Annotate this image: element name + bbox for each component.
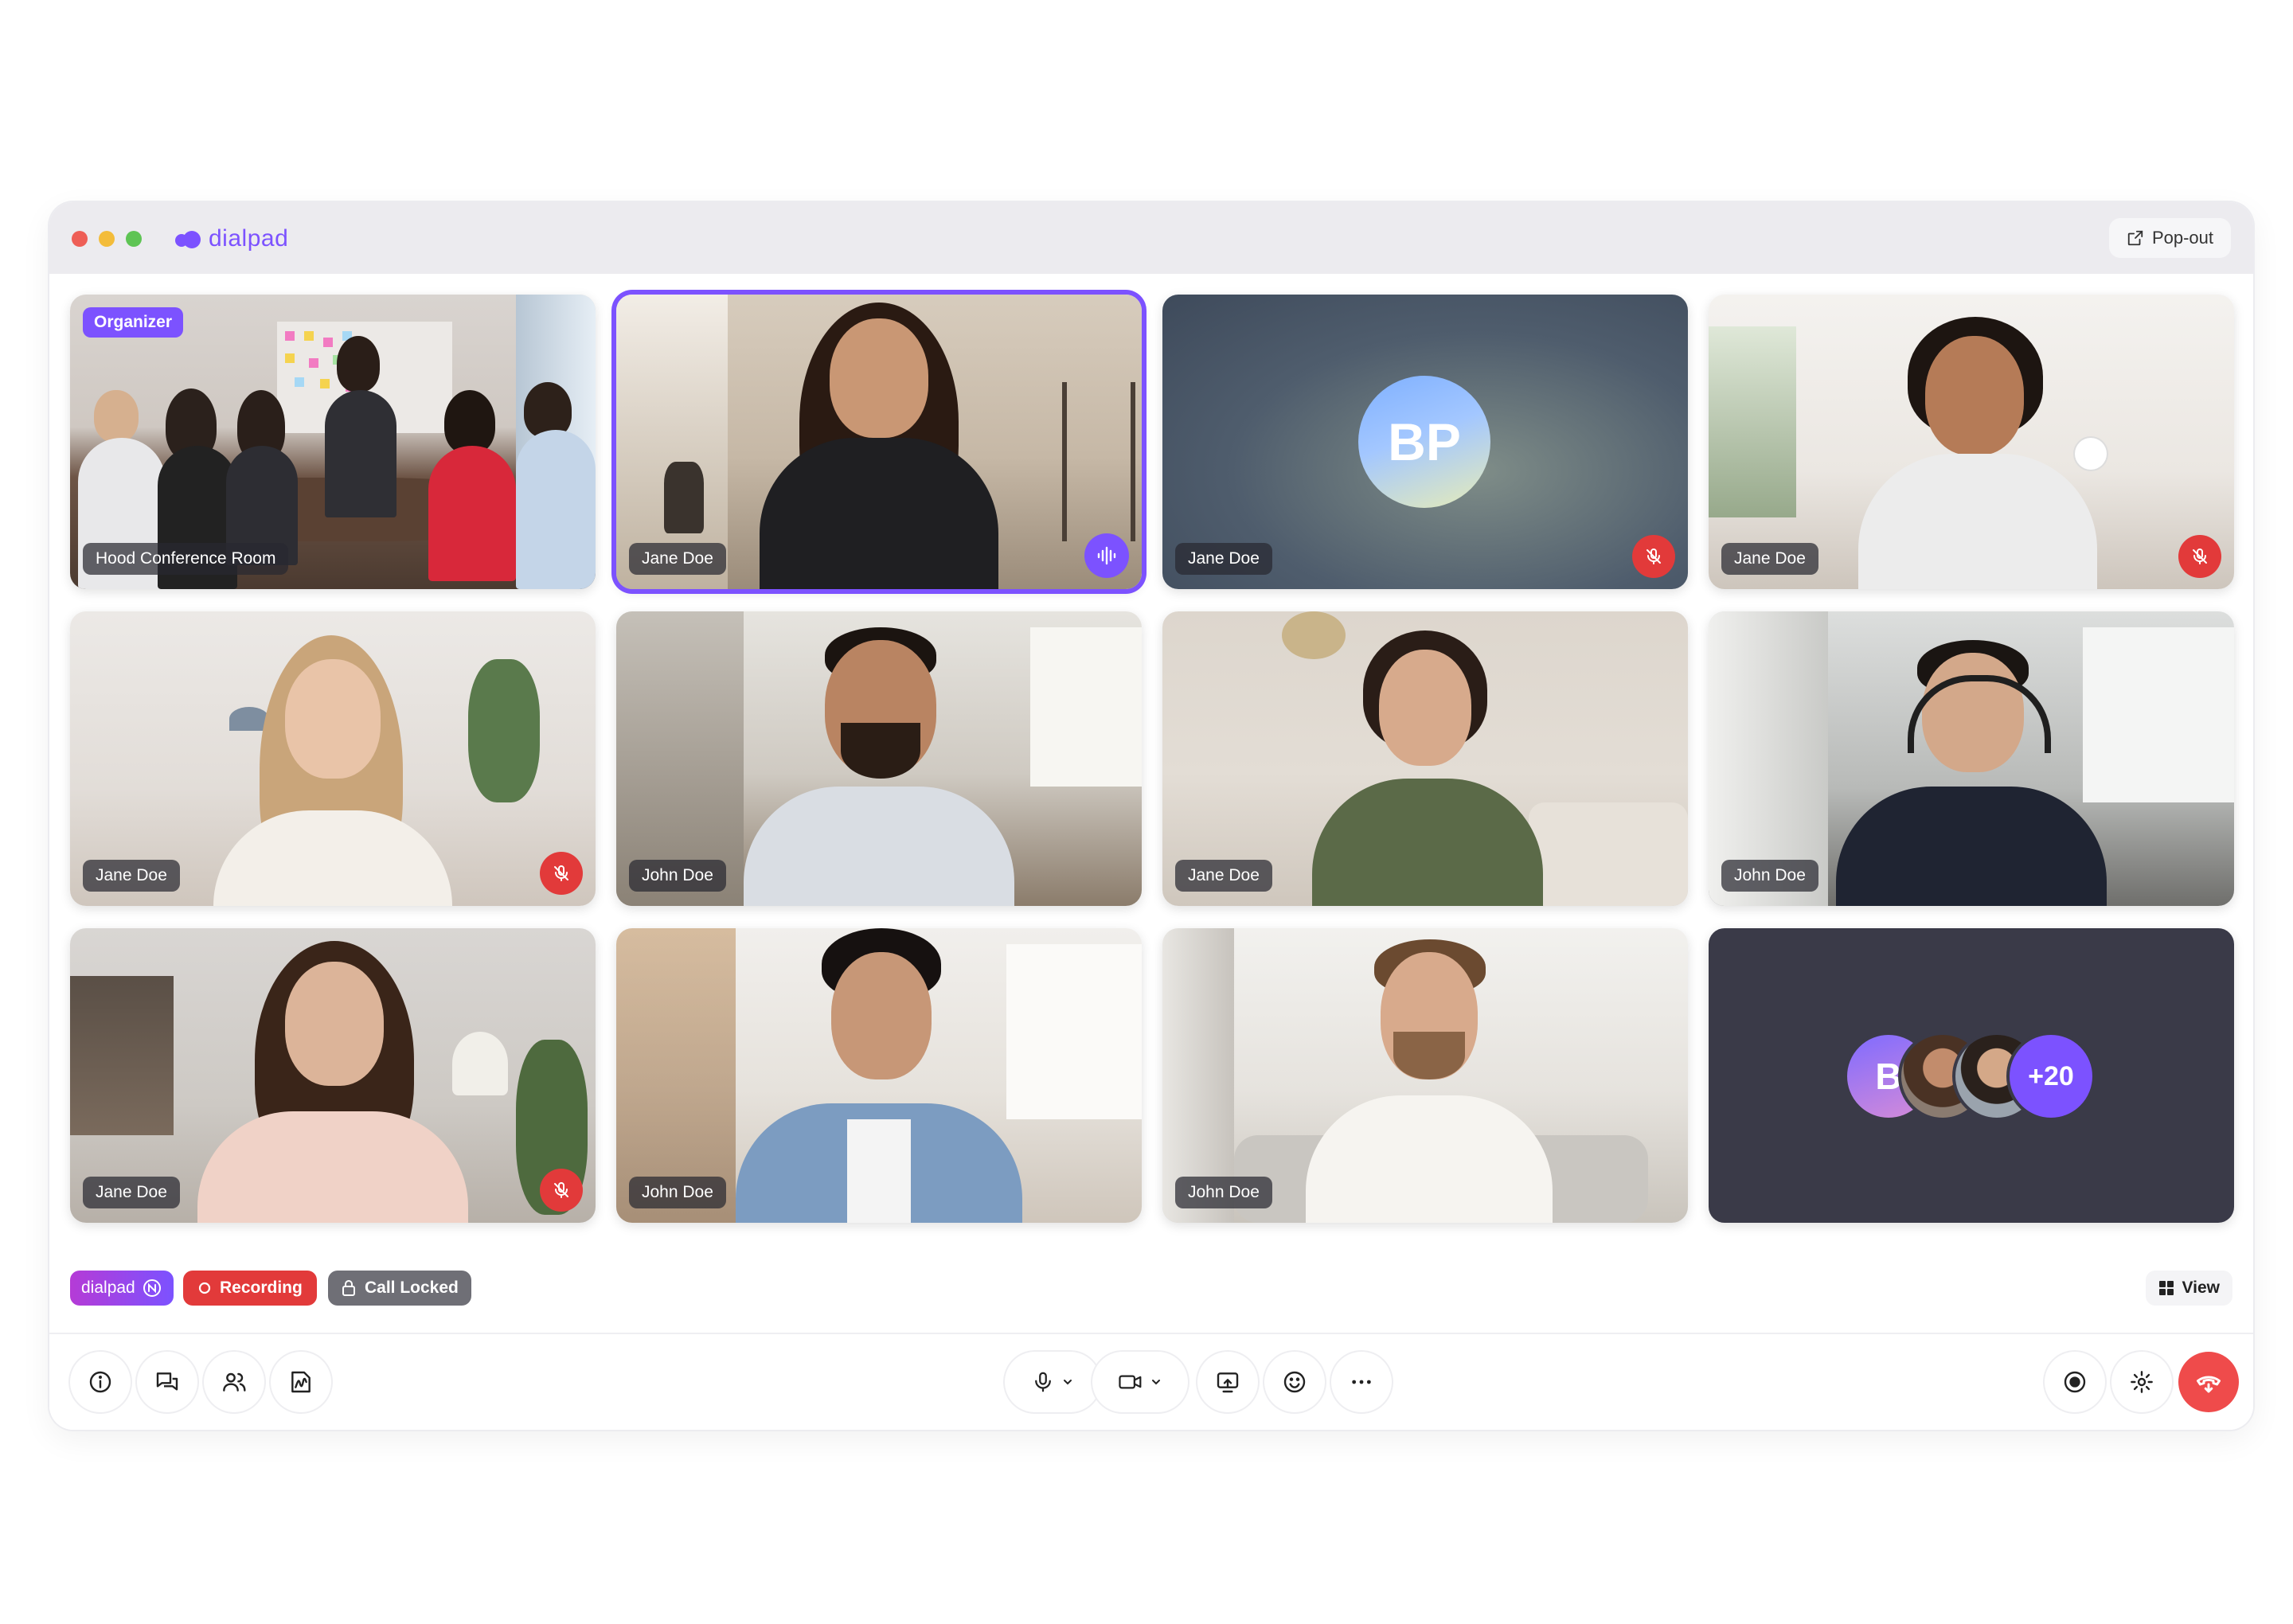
- leave-call-icon: [2197, 1376, 2221, 1393]
- call-locked-label: Call Locked: [365, 1279, 459, 1297]
- emoji-icon: [1283, 1371, 1306, 1393]
- dialpad-logo-icon: [175, 229, 204, 248]
- settings-button[interactable]: [2111, 1352, 2172, 1412]
- chevron-down-icon[interactable]: [1150, 1376, 1162, 1388]
- participant-name: Jane Doe: [83, 860, 180, 892]
- participant-name: Jane Doe: [1721, 543, 1818, 575]
- record-icon: [2064, 1371, 2086, 1393]
- dialpad-logo: dialpad: [175, 223, 288, 255]
- muted-indicator: [2178, 535, 2221, 578]
- participant-name: John Doe: [629, 1177, 726, 1208]
- participant-name: Hood Conference Room: [83, 543, 289, 575]
- muted-indicator: [540, 1169, 583, 1212]
- camera-button[interactable]: [1092, 1352, 1188, 1412]
- brand-name: dialpad: [209, 225, 289, 252]
- avatar: BP: [1358, 376, 1490, 508]
- grid-view-icon: [2158, 1281, 2174, 1295]
- info-button[interactable]: [70, 1352, 131, 1412]
- recording-badge[interactable]: Recording: [183, 1271, 317, 1306]
- video-tile-active-speaker[interactable]: Jane Doe: [616, 295, 1142, 589]
- participants-button[interactable]: [204, 1352, 264, 1412]
- popout-label: Pop-out: [2151, 228, 2213, 248]
- muted-indicator: [540, 852, 583, 895]
- participant-name: Jane Doe: [629, 543, 726, 575]
- organizer-badge: Organizer: [83, 307, 184, 338]
- video-grid: Organizer Hood Conference Room Jane Doe: [70, 295, 2234, 1226]
- minimize-window-button[interactable]: [99, 231, 115, 247]
- more-participants-tile[interactable]: B +20: [1709, 928, 2234, 1223]
- mic-off-icon: [1647, 548, 1661, 564]
- participant-name: Jane Doe: [83, 1177, 180, 1208]
- ai-badge-label: dialpad: [81, 1279, 135, 1297]
- video-tile[interactable]: Jane Doe: [70, 928, 596, 1223]
- settings-icon: [2131, 1371, 2153, 1393]
- chat-button[interactable]: [137, 1352, 197, 1412]
- video-tile[interactable]: John Doe: [616, 928, 1142, 1223]
- lock-icon: [342, 1280, 355, 1296]
- ai-icon: [143, 1279, 161, 1297]
- muted-indicator: [1632, 535, 1675, 578]
- participant-name: John Doe: [629, 860, 726, 892]
- mic-off-icon: [554, 1182, 568, 1198]
- video-tile[interactable]: Jane Doe: [1709, 295, 2234, 589]
- more-options-button[interactable]: [1331, 1352, 1392, 1412]
- audio-wave-icon: [1097, 546, 1116, 565]
- recording-label: Recording: [220, 1279, 303, 1297]
- recording-icon: [198, 1282, 211, 1294]
- external-link-icon: [2127, 230, 2143, 246]
- participant-name: John Doe: [1721, 860, 1818, 892]
- video-tile[interactable]: BP Jane Doe: [1162, 295, 1688, 589]
- whiteboard-button[interactable]: [271, 1352, 331, 1412]
- video-tile[interactable]: John Doe: [1162, 928, 1688, 1223]
- camera-icon: [1119, 1375, 1142, 1389]
- whiteboard-icon: [291, 1371, 311, 1393]
- chevron-down-icon[interactable]: [1061, 1376, 1074, 1388]
- chat-icon: [156, 1372, 178, 1391]
- dialpad-ai-badge[interactable]: dialpad: [70, 1271, 174, 1306]
- title-bar: dialpad Pop-out: [49, 202, 2253, 274]
- record-button[interactable]: [2045, 1352, 2105, 1412]
- microphone-icon: [1035, 1372, 1051, 1392]
- view-button[interactable]: View: [2145, 1271, 2232, 1306]
- meeting-window: dialpad Pop-out Organizer Hood Conferenc…: [49, 202, 2253, 1430]
- video-tile[interactable]: John Doe: [616, 611, 1142, 906]
- participant-name: Jane Doe: [1175, 860, 1272, 892]
- mic-off-icon: [2193, 548, 2207, 564]
- participants-icon: [223, 1372, 246, 1392]
- more-icon: [1352, 1380, 1371, 1384]
- speaking-indicator: [1084, 533, 1129, 578]
- participant-avatar-stack: B +20: [1844, 1032, 2099, 1121]
- participant-name: John Doe: [1175, 1177, 1272, 1208]
- video-tile[interactable]: Jane Doe: [1162, 611, 1688, 906]
- close-window-button[interactable]: [72, 231, 88, 247]
- participant-name: Jane Doe: [1175, 543, 1272, 575]
- video-tile[interactable]: Jane Doe: [70, 611, 596, 906]
- popout-button[interactable]: Pop-out: [2108, 218, 2231, 258]
- video-tile[interactable]: John Doe: [1709, 611, 2234, 906]
- mic-off-icon: [554, 865, 568, 881]
- video-tile[interactable]: Organizer Hood Conference Room: [70, 295, 596, 589]
- view-label: View: [2182, 1279, 2220, 1297]
- share-screen-icon: [1217, 1372, 1239, 1393]
- status-bar: dialpad Recording Call Locked View: [70, 1271, 2232, 1306]
- maximize-window-button[interactable]: [126, 231, 142, 247]
- call-locked-badge[interactable]: Call Locked: [328, 1271, 471, 1306]
- more-count-badge: +20: [2006, 1032, 2096, 1121]
- call-toolbar: [49, 1333, 2253, 1430]
- reactions-button[interactable]: [1264, 1352, 1325, 1412]
- info-icon: [89, 1371, 111, 1393]
- leave-call-button[interactable]: [2178, 1352, 2239, 1412]
- share-screen-button[interactable]: [1197, 1352, 1258, 1412]
- microphone-button[interactable]: [1005, 1352, 1100, 1412]
